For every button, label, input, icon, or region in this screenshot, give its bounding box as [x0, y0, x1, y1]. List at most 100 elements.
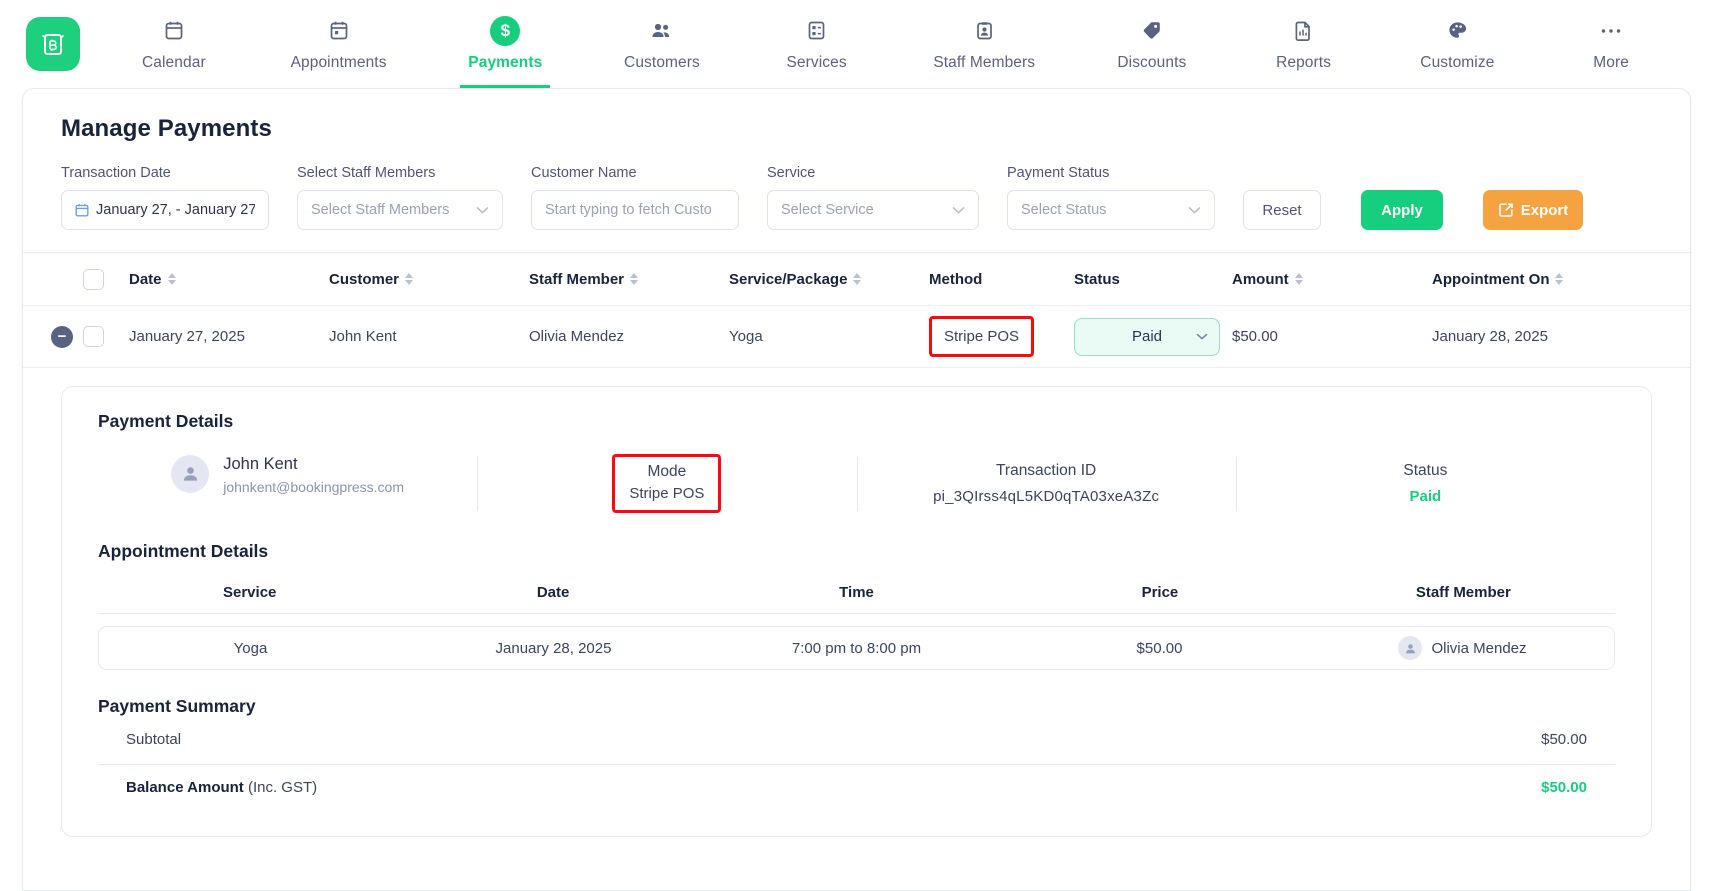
- detail-customer: John Kent johnkent@bookingpress.com: [98, 454, 477, 513]
- customer-name-input[interactable]: Start typing to fetch Custo: [531, 190, 739, 230]
- avatar: [171, 454, 210, 493]
- nav-item-services[interactable]: Services: [774, 0, 860, 88]
- sort-icon[interactable]: [1555, 273, 1564, 285]
- column-header-appointment-on[interactable]: Appointment On: [1432, 271, 1622, 288]
- sort-icon[interactable]: [167, 273, 176, 285]
- transaction-date-value: January 27, - January 27,: [96, 202, 255, 218]
- table-row[interactable]: − January 27, 2025 John Kent Olivia Mend…: [23, 306, 1690, 368]
- customers-icon: [650, 17, 673, 45]
- appt-column-staff-member: Staff Member: [1415, 584, 1511, 601]
- appointment-details-title: Appointment Details: [98, 541, 269, 561]
- discount-tag-icon: [1141, 17, 1162, 45]
- payment-details-panel: Payment Details John Kent johnkent@booki…: [61, 386, 1652, 837]
- nav-item-label: Customize: [1420, 53, 1495, 71]
- column-header-customer[interactable]: Customer: [329, 271, 529, 288]
- nav-item-label: Calendar: [142, 53, 206, 71]
- mode-label: Mode: [647, 463, 687, 480]
- top-navigation-bar: Calendar Appointments $ Payments Custome…: [0, 0, 1713, 88]
- appt-column-date: Date: [536, 584, 570, 601]
- nav-item-discounts[interactable]: Discounts: [1109, 0, 1195, 88]
- column-header-date[interactable]: Date: [129, 271, 329, 288]
- calendar-icon: [164, 17, 184, 45]
- service-select-placeholder: Select Service: [781, 202, 874, 218]
- apply-button[interactable]: Apply: [1361, 190, 1443, 230]
- sort-icon[interactable]: [1294, 273, 1303, 285]
- detail-transaction-id: Transaction ID pi_3QIrss4qL5KD0qTA03xeA3…: [856, 455, 1236, 513]
- balance-amount-suffix: (Inc. GST): [247, 779, 318, 796]
- staff-badge-icon: [975, 17, 994, 45]
- nav-item-label: Appointments: [290, 53, 387, 71]
- filter-customer: Customer Name Start typing to fetch Cust…: [531, 165, 739, 230]
- service-select[interactable]: Select Service: [767, 190, 979, 230]
- chevron-down-icon: [1188, 206, 1201, 214]
- payment-summary-title: Payment Summary: [98, 696, 256, 716]
- column-header-amount[interactable]: Amount: [1232, 271, 1432, 288]
- collapse-row-button[interactable]: −: [51, 325, 73, 348]
- nav-item-reports[interactable]: Reports: [1261, 0, 1347, 88]
- sort-icon[interactable]: [853, 273, 862, 285]
- column-label: Staff Member: [529, 270, 625, 288]
- select-all-checkbox[interactable]: [83, 268, 104, 290]
- method-highlight-box: Stripe POS: [929, 316, 1035, 357]
- export-icon: [1498, 202, 1514, 218]
- chevron-down-icon: [952, 206, 965, 214]
- nav-item-label: Services: [786, 53, 847, 71]
- nav-item-label: Reports: [1276, 53, 1332, 71]
- cell-appointment-on: January 28, 2025: [1432, 328, 1548, 345]
- staff-select[interactable]: Select Staff Members: [297, 190, 503, 230]
- appt-cell-date: January 28, 2025: [495, 639, 612, 657]
- nav-item-payments[interactable]: $ Payments: [460, 0, 551, 88]
- column-header-method: Method: [929, 271, 1074, 288]
- appointments-icon: [329, 17, 349, 45]
- filter-payment-status: Payment Status Select Status: [1007, 165, 1215, 230]
- column-header-status: Status: [1074, 271, 1232, 288]
- status-label: Status: [1403, 462, 1448, 479]
- nav-item-label: More: [1593, 53, 1629, 71]
- status-dropdown[interactable]: Paid: [1074, 317, 1220, 356]
- customer-text-block: John Kent johnkent@bookingpress.com: [223, 455, 404, 495]
- status-value: Paid: [1131, 328, 1163, 345]
- filter-label: Transaction Date: [61, 165, 171, 181]
- nav-item-customers[interactable]: Customers: [616, 0, 708, 88]
- filter-label: Customer Name: [531, 165, 637, 181]
- select-all-cell: [83, 268, 129, 290]
- payments-coin-icon: $: [490, 15, 521, 46]
- nav-item-customize[interactable]: Customize: [1412, 0, 1502, 88]
- payment-summary-total: Balance Amount (Inc. GST) $50.00: [98, 764, 1615, 810]
- reset-button[interactable]: Reset: [1243, 190, 1321, 230]
- export-button[interactable]: Export: [1483, 190, 1583, 230]
- page-title: Manage Payments: [61, 115, 272, 142]
- cell-service: Yoga: [729, 328, 763, 345]
- filter-label: Payment Status: [1007, 165, 1110, 181]
- chevron-down-icon: [1196, 333, 1208, 340]
- mode-highlight-box: Mode Stripe POS: [612, 454, 722, 513]
- detail-status: Status Paid: [1235, 455, 1615, 513]
- column-header-service-package[interactable]: Service/Package: [729, 271, 929, 288]
- nav-items: Calendar Appointments $ Payments Custome…: [98, 0, 1687, 88]
- payments-table-header: Date Customer Staff Member Service/Packa…: [23, 252, 1690, 306]
- column-header-staff-member[interactable]: Staff Member: [529, 271, 729, 288]
- nav-item-calendar[interactable]: Calendar: [131, 0, 217, 88]
- customer-name-placeholder: Start typing to fetch Custo: [545, 202, 712, 218]
- transaction-date-input[interactable]: January 27, - January 27,: [61, 190, 269, 230]
- bookingpress-logo-icon[interactable]: [26, 17, 80, 71]
- nav-item-label: Payments: [468, 53, 543, 71]
- mode-value: Stripe POS: [629, 485, 705, 502]
- nav-item-staff-members[interactable]: Staff Members: [925, 0, 1043, 88]
- nav-item-more[interactable]: More: [1568, 0, 1654, 88]
- nav-item-appointments[interactable]: Appointments: [283, 0, 395, 88]
- appt-cell-service: Yoga: [233, 639, 268, 657]
- filter-transaction-date: Transaction Date January 27, - January 2…: [61, 165, 269, 230]
- row-checkbox[interactable]: [83, 326, 104, 347]
- ellipsis-icon: [1600, 17, 1622, 45]
- sort-icon[interactable]: [630, 273, 639, 285]
- sort-icon[interactable]: [405, 273, 414, 285]
- payment-status-placeholder: Select Status: [1021, 202, 1107, 218]
- column-label: Status: [1074, 270, 1120, 288]
- nav-item-label: Discounts: [1117, 53, 1187, 71]
- payment-status-select[interactable]: Select Status: [1007, 190, 1215, 230]
- balance-amount-text: Balance Amount: [126, 779, 244, 796]
- filter-label: Service: [767, 165, 816, 181]
- column-label: Customer: [329, 270, 400, 288]
- appt-cell-staff-member: Olivia Mendez: [1311, 636, 1614, 660]
